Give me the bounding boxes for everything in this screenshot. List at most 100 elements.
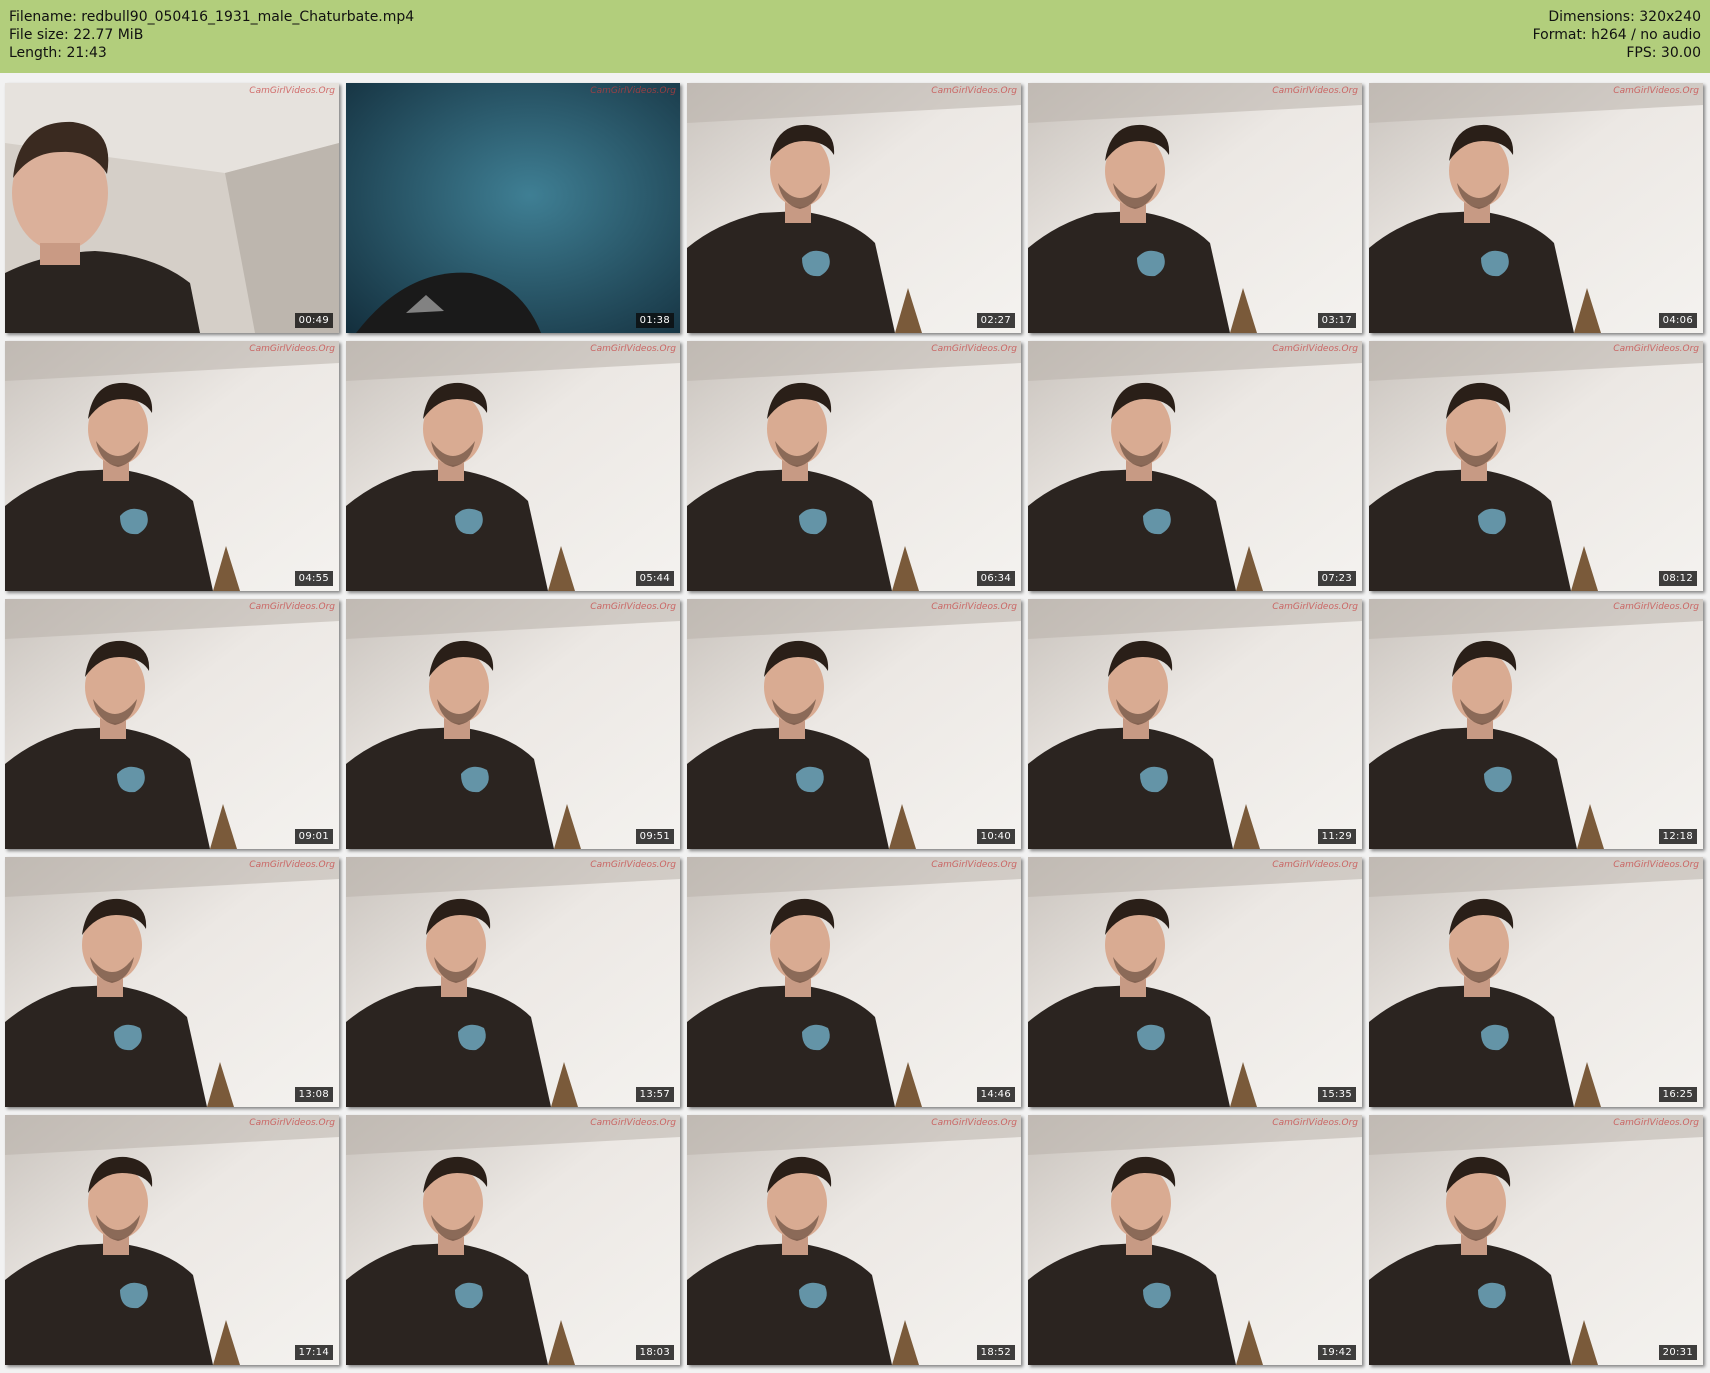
frame-image [5, 83, 339, 333]
frame-image [1369, 341, 1703, 591]
watermark-text: CamGirlVideos.Org [1272, 1118, 1358, 1128]
thumbnail-frame: CamGirlVideos.Org 09:51 [346, 599, 680, 849]
watermark-text: CamGirlVideos.Org [931, 1118, 1017, 1128]
thumbnail-frame: CamGirlVideos.Org 02:27 [687, 83, 1021, 333]
thumbnail-frame: CamGirlVideos.Org 13:57 [346, 857, 680, 1107]
timestamp-label: 04:55 [294, 571, 333, 586]
timestamp-label: 00:49 [294, 313, 333, 328]
dimensions-text: Dimensions: 320x240 [1548, 9, 1701, 25]
thumbnail-frame: CamGirlVideos.Org 07:23 [1028, 341, 1362, 591]
watermark-text: CamGirlVideos.Org [1613, 860, 1699, 870]
frame-image [687, 1115, 1021, 1365]
frame-image [1369, 1115, 1703, 1365]
watermark-text: CamGirlVideos.Org [590, 86, 676, 96]
timestamp-label: 13:57 [635, 1087, 674, 1102]
watermark-text: CamGirlVideos.Org [249, 602, 335, 612]
thumbnail-frame: CamGirlVideos.Org 20:31 [1369, 1115, 1703, 1365]
frame-image [687, 83, 1021, 333]
timestamp-label: 18:52 [976, 1345, 1015, 1360]
thumbnail-frame: CamGirlVideos.Org 01:38 [346, 83, 680, 333]
watermark-text: CamGirlVideos.Org [1272, 602, 1358, 612]
watermark-text: CamGirlVideos.Org [1272, 860, 1358, 870]
thumbnail-frame: CamGirlVideos.Org 19:42 [1028, 1115, 1362, 1365]
frame-image [346, 599, 680, 849]
thumbnail-frame: CamGirlVideos.Org 13:08 [5, 857, 339, 1107]
watermark-text: CamGirlVideos.Org [931, 86, 1017, 96]
timestamp-label: 08:12 [1658, 571, 1697, 586]
watermark-text: CamGirlVideos.Org [590, 1118, 676, 1128]
thumbnail-frame: CamGirlVideos.Org 03:17 [1028, 83, 1362, 333]
timestamp-label: 18:03 [635, 1345, 674, 1360]
thumbnail-frame: CamGirlVideos.Org 18:03 [346, 1115, 680, 1365]
frame-image [687, 599, 1021, 849]
watermark-text: CamGirlVideos.Org [249, 860, 335, 870]
watermark-text: CamGirlVideos.Org [249, 344, 335, 354]
file-info-right: Dimensions: 320x240 Format: h264 / no au… [1533, 8, 1701, 62]
thumbnail-frame: CamGirlVideos.Org 04:55 [5, 341, 339, 591]
thumbnail-frame: CamGirlVideos.Org 12:18 [1369, 599, 1703, 849]
frame-image [687, 341, 1021, 591]
frame-image [1369, 83, 1703, 333]
frame-image [1028, 341, 1362, 591]
file-info-left: Filename: redbull90_050416_1931_male_Cha… [9, 8, 414, 62]
timestamp-label: 20:31 [1658, 1345, 1697, 1360]
watermark-text: CamGirlVideos.Org [249, 1118, 335, 1128]
frame-image [346, 857, 680, 1107]
timestamp-label: 02:27 [976, 313, 1015, 328]
filesize-text: File size: 22.77 MiB [9, 27, 144, 43]
thumbnail-frame: CamGirlVideos.Org 05:44 [346, 341, 680, 591]
info-header: Filename: redbull90_050416_1931_male_Cha… [0, 0, 1710, 73]
frame-image [346, 83, 680, 333]
watermark-text: CamGirlVideos.Org [590, 860, 676, 870]
timestamp-label: 14:46 [976, 1087, 1015, 1102]
frame-image [5, 857, 339, 1107]
timestamp-label: 06:34 [976, 571, 1015, 586]
frame-image [1028, 857, 1362, 1107]
thumbnail-frame: CamGirlVideos.Org 08:12 [1369, 341, 1703, 591]
timestamp-label: 05:44 [635, 571, 674, 586]
timestamp-label: 01:38 [635, 313, 674, 328]
watermark-text: CamGirlVideos.Org [1272, 86, 1358, 96]
thumbnail-frame: CamGirlVideos.Org 06:34 [687, 341, 1021, 591]
timestamp-label: 09:51 [635, 829, 674, 844]
thumbnail-frame: CamGirlVideos.Org 11:29 [1028, 599, 1362, 849]
frame-image [1028, 1115, 1362, 1365]
timestamp-label: 04:06 [1658, 313, 1697, 328]
watermark-text: CamGirlVideos.Org [590, 602, 676, 612]
frame-image [1028, 83, 1362, 333]
watermark-text: CamGirlVideos.Org [1613, 344, 1699, 354]
watermark-text: CamGirlVideos.Org [1613, 602, 1699, 612]
thumbnail-frame: CamGirlVideos.Org 15:35 [1028, 857, 1362, 1107]
filename-text: Filename: redbull90_050416_1931_male_Cha… [9, 9, 415, 25]
thumbnail-frame: CamGirlVideos.Org 14:46 [687, 857, 1021, 1107]
frame-image [5, 599, 339, 849]
timestamp-label: 16:25 [1658, 1087, 1697, 1102]
frame-image [1369, 599, 1703, 849]
watermark-text: CamGirlVideos.Org [1272, 344, 1358, 354]
timestamp-label: 07:23 [1317, 571, 1356, 586]
watermark-text: CamGirlVideos.Org [931, 602, 1017, 612]
timestamp-label: 11:29 [1317, 829, 1356, 844]
timestamp-label: 03:17 [1317, 313, 1356, 328]
timestamp-label: 17:14 [294, 1345, 333, 1360]
length-text: Length: 21:43 [9, 45, 107, 61]
thumbnail-frame: CamGirlVideos.Org 16:25 [1369, 857, 1703, 1107]
thumbnail-frame: CamGirlVideos.Org 18:52 [687, 1115, 1021, 1365]
watermark-text: CamGirlVideos.Org [1613, 1118, 1699, 1128]
format-text: Format: h264 / no audio [1532, 27, 1701, 43]
frame-image [5, 1115, 339, 1365]
watermark-text: CamGirlVideos.Org [590, 344, 676, 354]
thumbnail-grid: CamGirlVideos.Org 00:49 CamGirlVideos.Org… [5, 83, 1703, 1365]
timestamp-label: 12:18 [1658, 829, 1697, 844]
frame-image [687, 857, 1021, 1107]
watermark-text: CamGirlVideos.Org [249, 86, 335, 96]
thumbnail-frame: CamGirlVideos.Org 10:40 [687, 599, 1021, 849]
thumbnail-frame: CamGirlVideos.Org 09:01 [5, 599, 339, 849]
frame-image [346, 1115, 680, 1365]
thumbnail-frame: CamGirlVideos.Org 17:14 [5, 1115, 339, 1365]
timestamp-label: 10:40 [976, 829, 1015, 844]
thumbnail-frame: CamGirlVideos.Org 04:06 [1369, 83, 1703, 333]
thumbnail-frame: CamGirlVideos.Org 00:49 [5, 83, 339, 333]
timestamp-label: 09:01 [294, 829, 333, 844]
timestamp-label: 19:42 [1317, 1345, 1356, 1360]
